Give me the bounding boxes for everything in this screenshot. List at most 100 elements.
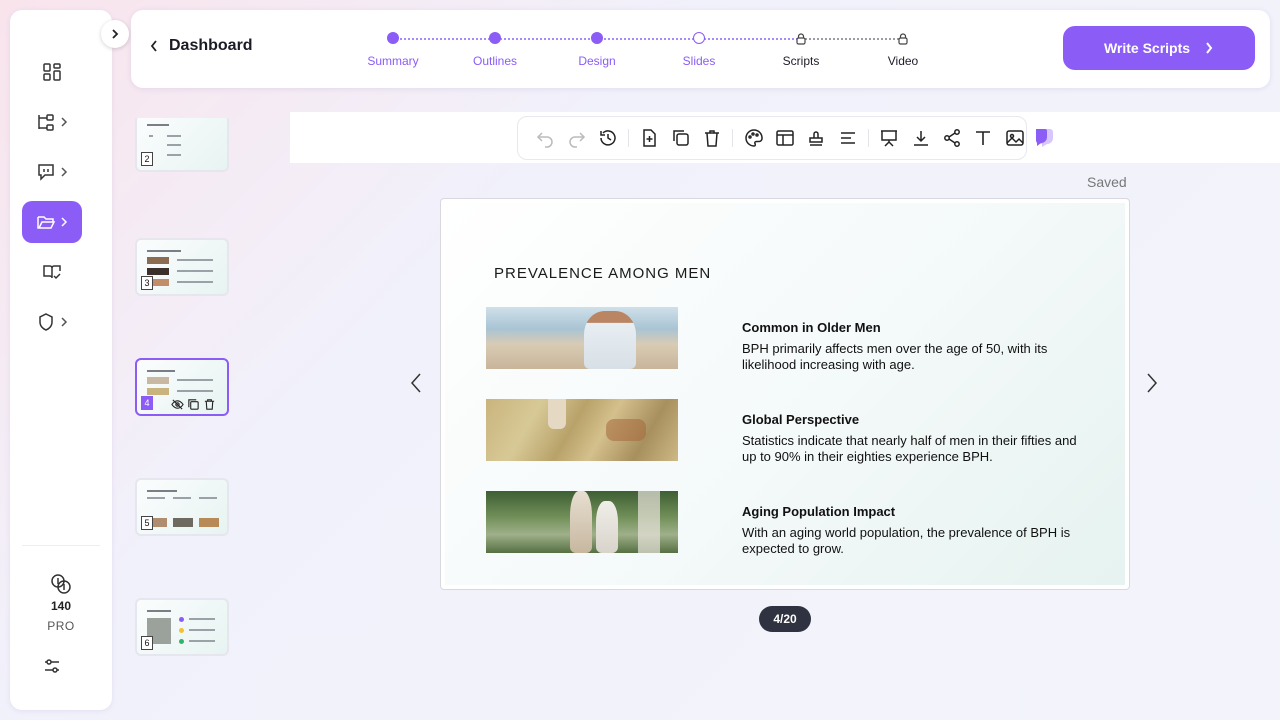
sidebar-item-structure[interactable]	[22, 101, 82, 143]
sliders-icon	[45, 659, 59, 673]
presentation-icon	[881, 130, 898, 147]
prev-slide-button[interactable]	[409, 370, 423, 401]
item-heading[interactable]: Common in Older Men	[742, 320, 881, 335]
ai-assistant-button[interactable]	[1034, 128, 1056, 153]
palette-icon	[744, 129, 763, 147]
thumbnail-number: 3	[141, 276, 153, 290]
redo-button[interactable]	[565, 127, 587, 150]
share-button[interactable]	[941, 127, 963, 150]
page-indicator: 4/20	[759, 606, 811, 632]
slide-thumbnail[interactable]: 3	[135, 238, 229, 296]
item-text[interactable]: Statistics indicate that nearly half of …	[742, 433, 1082, 465]
add-slide-button[interactable]	[638, 127, 660, 150]
mini-image	[147, 257, 169, 264]
mini-line	[177, 270, 213, 272]
save-status: Saved	[1087, 174, 1127, 190]
trash-icon[interactable]	[203, 398, 216, 411]
lock-icon	[796, 33, 806, 45]
slide-image-world-map[interactable]	[486, 399, 678, 461]
chevron-right-icon	[61, 167, 68, 177]
dashboard-grid-icon	[43, 63, 61, 81]
mini-line	[177, 379, 213, 381]
write-scripts-label: Write Scripts	[1103, 40, 1191, 56]
delete-slide-button[interactable]	[701, 127, 723, 150]
item-text[interactable]: BPH primarily affects men over the age o…	[742, 341, 1082, 373]
item-heading[interactable]: Global Perspective	[742, 412, 859, 427]
mini-bullet	[179, 628, 184, 633]
chevron-right-icon	[61, 317, 68, 327]
figure-shape	[606, 419, 646, 441]
sidebar-item-security[interactable]	[22, 301, 82, 343]
step-label: Design	[578, 54, 616, 68]
mini-image	[147, 268, 169, 275]
thumbnail-actions	[171, 398, 216, 411]
image-icon	[1006, 130, 1024, 146]
tree-structure-icon	[38, 114, 54, 131]
slide-title[interactable]: PREVALENCE AMONG MEN	[494, 265, 711, 282]
text-button[interactable]	[972, 127, 994, 150]
sidebar-item-chat[interactable]	[22, 151, 82, 193]
mini-bullet	[179, 617, 184, 622]
chevron-right-icon	[61, 117, 68, 127]
mini-image	[151, 518, 167, 527]
mini-line	[189, 640, 215, 642]
slide: PREVALENCE AMONG MEN Common in Older Men…	[445, 203, 1125, 585]
mini-line	[173, 497, 191, 499]
duplicate-slide-button[interactable]	[670, 127, 692, 150]
step-slides[interactable]: Slides	[654, 32, 744, 68]
step-video[interactable]: Video	[858, 32, 948, 68]
mini-image	[147, 388, 169, 395]
slide-image-older-man[interactable]	[486, 307, 678, 369]
figure-shape	[584, 311, 636, 369]
chevron-right-icon	[112, 29, 119, 39]
mini-title	[147, 250, 181, 252]
align-button[interactable]	[837, 127, 859, 150]
download-button[interactable]	[909, 127, 931, 150]
credits-count: 140	[50, 599, 72, 613]
slide-thumbnail[interactable]: 4	[135, 358, 229, 416]
mini-line	[167, 154, 181, 156]
present-button[interactable]	[878, 127, 900, 150]
mini-title	[147, 370, 175, 372]
history-button[interactable]	[597, 127, 619, 150]
eye-off-icon[interactable]	[171, 398, 184, 411]
sidebar-item-library[interactable]	[22, 251, 82, 293]
mini-line	[167, 135, 181, 137]
item-heading[interactable]: Aging Population Impact	[742, 504, 895, 519]
step-outlines[interactable]: Outlines	[450, 32, 540, 68]
step-scripts[interactable]: Scripts	[756, 32, 846, 68]
step-design[interactable]: Design	[552, 32, 642, 68]
undo-button[interactable]	[534, 127, 556, 150]
image-button[interactable]	[1004, 127, 1026, 150]
item-text[interactable]: With an aging world population, the prev…	[742, 525, 1082, 557]
slide-thumbnail[interactable]: 6	[135, 598, 229, 656]
mini-image	[147, 377, 169, 384]
mini-line	[177, 390, 213, 392]
theme-button[interactable]	[742, 127, 764, 150]
layout-icon	[776, 130, 794, 146]
toolbar-divider	[628, 129, 630, 147]
thumbnail-number: 5	[141, 516, 153, 530]
slide-canvas[interactable]: PREVALENCE AMONG MEN Common in Older Men…	[440, 198, 1130, 590]
slide-thumbnail-list[interactable]: 2 3 4 5 6	[130, 118, 240, 720]
step-summary[interactable]: Summary	[348, 32, 438, 68]
layout-button[interactable]	[774, 127, 796, 150]
mini-line	[177, 259, 213, 261]
duplicate-icon[interactable]	[187, 398, 200, 411]
assistant-logo-icon	[1036, 129, 1053, 147]
slide-thumbnail[interactable]: 2	[135, 118, 229, 172]
mini-line	[149, 135, 153, 137]
slide-image-elderly-couple[interactable]	[486, 491, 678, 553]
settings-button[interactable]	[42, 656, 62, 681]
step-dot	[489, 32, 501, 44]
slide-thumbnail[interactable]: 5	[135, 478, 229, 536]
next-slide-button[interactable]	[1145, 370, 1159, 401]
write-scripts-button[interactable]: Write Scripts	[1063, 26, 1255, 70]
stamp-button[interactable]	[805, 127, 827, 150]
sidebar-expand-button[interactable]	[101, 20, 129, 48]
sidebar-item-projects[interactable]	[22, 201, 82, 243]
book-check-icon	[43, 265, 61, 280]
figure-shape	[548, 399, 566, 429]
sidebar-item-dashboard[interactable]	[22, 51, 82, 93]
step-dot	[387, 32, 399, 44]
